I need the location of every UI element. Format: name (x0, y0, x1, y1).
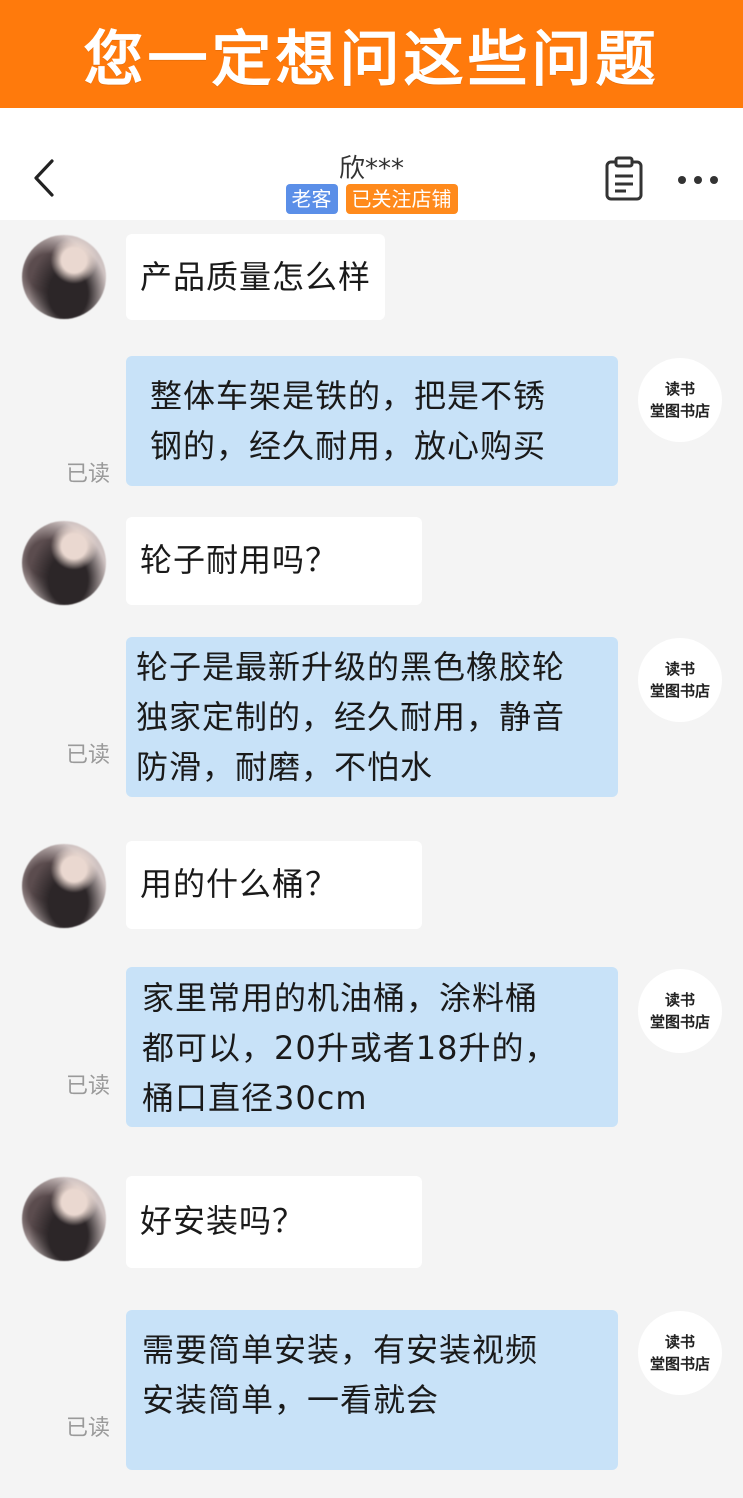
message-bubble-shop[interactable]: 需要简单安装，有安装视频 安装简单，一看就会 (126, 1310, 618, 1470)
shop-avatar-line: 读书 (664, 991, 695, 1009)
old-customer-badge: 老客 (285, 184, 338, 214)
message-line: 独家定制的，经久耐用，静音 (136, 698, 566, 736)
shop-avatar[interactable]: 读书 堂图书店 (638, 638, 722, 722)
shop-avatar-line: 堂图书店 (649, 402, 710, 420)
message-bubble-shop[interactable]: 轮子是最新升级的黑色橡胶轮 独家定制的，经久耐用，静音 防滑，耐磨，不怕水 (126, 637, 618, 797)
shop-avatar-line: 读书 (664, 660, 695, 678)
shop-avatar[interactable]: 读书 堂图书店 (638, 969, 722, 1053)
customer-avatar[interactable] (22, 1177, 106, 1261)
more-icon[interactable] (676, 174, 720, 186)
followed-shop-badge: 已关注店铺 (345, 184, 458, 214)
message-line: 家里常用的机油桶，涂料桶 (142, 979, 539, 1017)
message-line: 防滑，耐磨，不怕水 (136, 748, 434, 786)
message-line: 都可以，20升或者18升的， (142, 1029, 558, 1067)
shop-avatar[interactable]: 读书 堂图书店 (638, 1311, 722, 1395)
message-line: 桶口直径30cm (142, 1079, 368, 1117)
shop-avatar-line: 读书 (664, 380, 695, 398)
read-status: 已读 (66, 1074, 111, 1099)
shop-avatar-line: 堂图书店 (649, 1013, 710, 1031)
read-status: 已读 (66, 1416, 111, 1441)
message-text: 轮子耐用吗？ (140, 541, 339, 579)
read-status: 已读 (66, 462, 111, 487)
shop-avatar-line: 堂图书店 (649, 682, 710, 700)
message-line: 需要简单安装，有安装视频 (142, 1331, 539, 1369)
message-line: 钢的，经久耐用，放心购买 (150, 427, 547, 465)
customer-avatar[interactable] (22, 235, 106, 319)
message-text: 好安装吗？ (140, 1202, 306, 1240)
chat-area[interactable]: 产品质量怎么样 整体车架是铁的，把是不锈 钢的，经久耐用，放心购买 已读 读书 … (0, 220, 743, 1498)
customer-avatar[interactable] (22, 521, 106, 605)
shop-avatar-line: 堂图书店 (649, 1355, 710, 1373)
message-bubble-customer[interactable]: 产品质量怎么样 (126, 234, 386, 320)
message-bubble-shop[interactable]: 家里常用的机油桶，涂料桶 都可以，20升或者18升的， 桶口直径30cm (126, 967, 618, 1127)
message-text: 产品质量怎么样 (140, 258, 372, 296)
message-bubble-customer[interactable]: 好安装吗？ (126, 1176, 422, 1268)
shop-avatar[interactable]: 读书 堂图书店 (638, 358, 722, 442)
message-line: 安装简单，一看就会 (142, 1381, 440, 1419)
banner-title: 您一定想问这些问题 (83, 24, 660, 95)
shop-avatar-line: 读书 (664, 1333, 695, 1351)
message-text: 用的什么桶？ (140, 865, 339, 903)
message-bubble-customer[interactable]: 用的什么桶？ (126, 841, 422, 929)
page-banner: 您一定想问这些问题 (0, 0, 743, 108)
chat-header: 欣*** 老客 已关注店铺 (0, 108, 743, 220)
message-line: 整体车架是铁的，把是不锈 (150, 377, 547, 415)
message-bubble-customer[interactable]: 轮子耐用吗？ (126, 517, 422, 605)
read-status: 已读 (66, 743, 111, 768)
message-line: 轮子是最新升级的黑色橡胶轮 (136, 648, 566, 686)
message-bubble-shop[interactable]: 整体车架是铁的，把是不锈 钢的，经久耐用，放心购买 (126, 356, 618, 486)
clipboard-icon[interactable] (604, 156, 644, 202)
customer-avatar[interactable] (22, 844, 106, 928)
